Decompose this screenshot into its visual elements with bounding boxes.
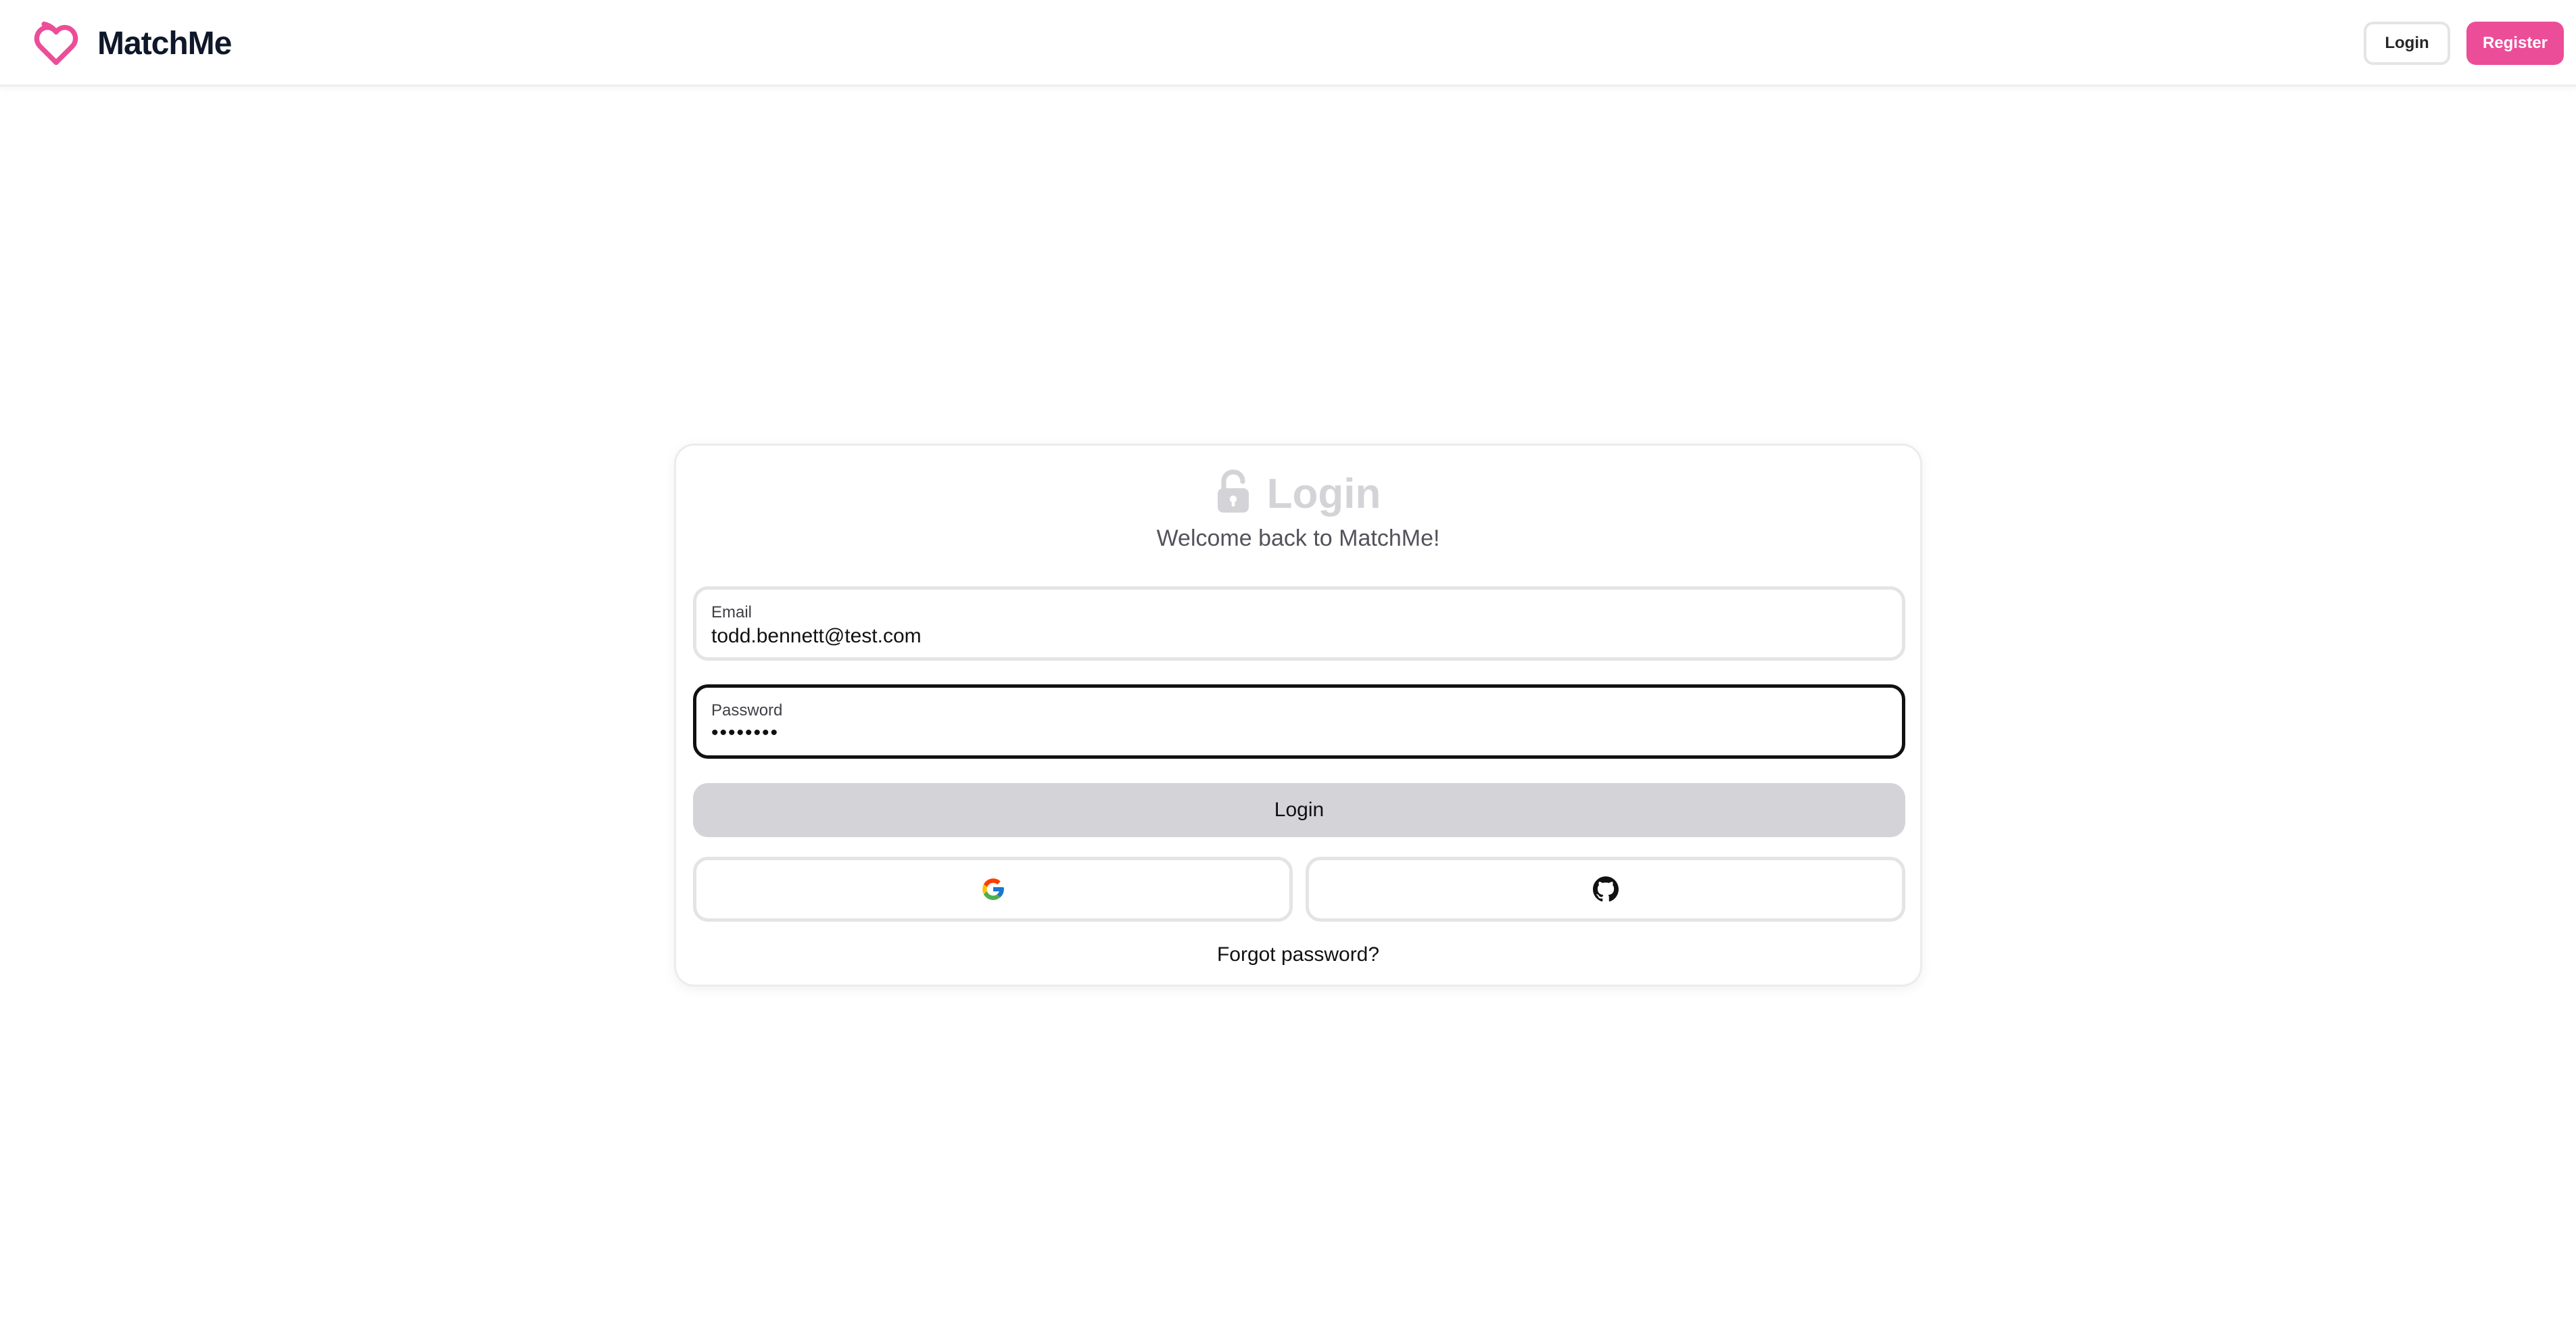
heart-logo-icon bbox=[34, 21, 78, 66]
card-subtitle: Welcome back to MatchMe! bbox=[1156, 525, 1440, 551]
password-label: Password bbox=[711, 701, 783, 720]
password-input[interactable]: •••••••• bbox=[711, 722, 1861, 745]
nav-register-button[interactable]: Register bbox=[2466, 22, 2564, 65]
login-submit-button[interactable]: Login bbox=[693, 783, 1905, 837]
brand-name: MatchMe bbox=[97, 25, 232, 62]
github-login-button[interactable] bbox=[1306, 857, 1905, 922]
google-login-button[interactable] bbox=[693, 857, 1293, 922]
email-label: Email bbox=[711, 603, 753, 621]
nav-login-button[interactable]: Login bbox=[2364, 22, 2450, 65]
forgot-password-link[interactable]: Forgot password? bbox=[676, 943, 1920, 966]
login-card: Login Welcome back to MatchMe! Email Pas… bbox=[674, 444, 1922, 987]
brand-link[interactable]: MatchMe bbox=[31, 15, 232, 72]
email-field[interactable]: Email bbox=[693, 586, 1905, 661]
card-title: Login bbox=[1266, 470, 1381, 517]
top-navbar: MatchMe Login Register bbox=[0, 0, 2576, 87]
password-field[interactable]: Password •••••••• bbox=[693, 684, 1905, 759]
github-icon bbox=[1592, 876, 1619, 902]
email-input[interactable] bbox=[711, 625, 1861, 648]
card-header: Login bbox=[676, 463, 1920, 524]
lock-open-icon bbox=[1217, 469, 1249, 513]
google-icon bbox=[982, 878, 1004, 900]
